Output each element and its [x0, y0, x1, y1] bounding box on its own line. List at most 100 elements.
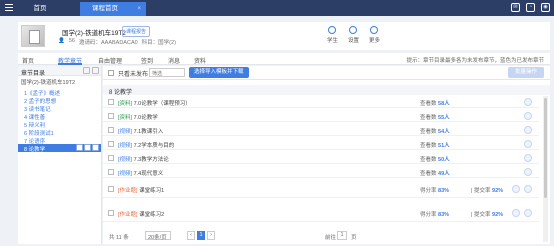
close-icon[interactable]: × [137, 2, 141, 16]
course-title: 国学(2)-铁道机车19T2 [62, 30, 126, 37]
stat-value: 83% [438, 188, 450, 194]
batch-action-button[interactable]: 批量操作 [508, 67, 544, 78]
scrollbar-thumb[interactable] [544, 98, 547, 198]
message-icon[interactable]: ✉ [511, 3, 520, 12]
course-thumbnail [21, 25, 45, 47]
notification-icon[interactable]: ◔ [526, 3, 535, 12]
row-tag: [作业题] [118, 188, 138, 194]
select-all-checkbox[interactable] [108, 70, 114, 76]
chapter-header-label: 章节目录 [21, 71, 46, 77]
content-toolbar: 只看未发布 筛选 选择导入模板并下载 批量操作 [103, 66, 550, 80]
row-action-icon[interactable] [524, 154, 532, 162]
row-action-icon[interactable] [524, 112, 532, 120]
row-checkbox[interactable] [108, 169, 114, 175]
row-name[interactable]: 7.4现代意义 [134, 171, 164, 177]
row-action-icon[interactable] [524, 209, 532, 217]
chapter-item[interactable]: 1《孟子》概述 [18, 88, 101, 97]
nav-home[interactable]: 首页 [22, 56, 34, 65]
nav-messages[interactable]: 消息 [168, 56, 180, 65]
course-badge[interactable]: 课程报告 [122, 26, 151, 37]
chapter-item[interactable]: 2 孟子的思想 [18, 96, 101, 105]
row-action-icon[interactable] [524, 140, 532, 148]
chapter-item-selected[interactable]: 8 论教学 [18, 144, 101, 153]
row-name[interactable]: 7.1教课引入 [134, 129, 164, 135]
user-icon[interactable]: ◉ [541, 3, 550, 12]
nav-materials[interactable]: 资料 [194, 56, 206, 65]
stat-value: 55人 [438, 115, 450, 121]
prev-page-button[interactable]: ‹ [187, 231, 195, 240]
stat-value: 54人 [438, 129, 450, 135]
chapter-root[interactable]: 国学(2)-铁道机车19T2 [18, 76, 101, 88]
chapter-item[interactable]: 3 读书笔记 [18, 104, 101, 113]
course-nav: 首页 教学章节 自由管理 签到 消息 资料 提示：章节目录最多各为未发布章节，蓝… [18, 53, 550, 65]
filter-select[interactable]: 筛选 [149, 68, 185, 77]
row-checkbox[interactable] [108, 155, 114, 161]
row-name[interactable]: 课堂练习1 [139, 188, 164, 194]
row-action-icon[interactable] [524, 126, 532, 134]
page-size-select[interactable]: 20条/页 [145, 231, 171, 241]
row-checkbox[interactable] [108, 99, 114, 105]
expand-icon[interactable] [83, 67, 90, 74]
row-checkbox[interactable] [108, 186, 114, 192]
content-row[interactable]: [作业题] 课堂练习2 得分率 83% | 提交率 92% [103, 204, 539, 222]
row-checkbox[interactable] [108, 113, 114, 119]
row-tag: [视频] [118, 129, 133, 135]
content-row[interactable]: [视频] 7.3教学方法论 查看数 50人 [103, 152, 539, 164]
row-action-icon[interactable] [524, 185, 532, 193]
chapter-item[interactable]: 7 论语序 [18, 136, 101, 145]
current-page-button[interactable]: 1 [197, 231, 205, 240]
import-template-button[interactable]: 选择导入模板并下载 [189, 67, 249, 78]
stat-value: 58人 [438, 101, 450, 107]
move-icon[interactable] [84, 144, 91, 151]
row-name[interactable]: 课堂练习2 [139, 212, 164, 218]
chapter-item[interactable]: 4 课性善 [18, 112, 101, 121]
goto-input[interactable]: 1 [337, 231, 347, 240]
row-name[interactable]: 7.0论教学（课程预习） [134, 101, 191, 107]
row-action-icon[interactable] [524, 168, 532, 176]
tab-home[interactable]: 首页 [22, 2, 58, 16]
top-bar: 首页 课程首页 × ✉ ◔ ◉ [0, 0, 554, 16]
stat-label: 得分率 [420, 188, 437, 194]
chapter-item[interactable]: 5 辩义利 [18, 120, 101, 129]
row-tag: [视频] [118, 171, 133, 177]
tab-course-label: 课程首页 [92, 5, 118, 12]
settings-icon [349, 26, 358, 34]
chapter-item[interactable]: 6 阶段测试1 [18, 128, 101, 137]
course-meta: 👤 56 邀请码：AAABADACA0 科目：国学(2) [58, 38, 176, 46]
add-icon[interactable] [92, 67, 99, 74]
row-name[interactable]: 7.0论教学 [134, 115, 158, 121]
menu-icon[interactable] [5, 4, 13, 13]
content-row[interactable]: [资料] 7.0论教学（课程预习） 查看数 58人 [103, 96, 539, 108]
row-edit-icon[interactable] [512, 185, 520, 193]
pagination: 共 11 条 20条/页 ‹ 1 › 前往 1 页 [103, 230, 543, 242]
row-checkbox[interactable] [108, 210, 114, 216]
stat-label: 查看数 [420, 101, 437, 107]
row-name[interactable]: 7.3教学方法论 [134, 157, 169, 163]
delete-icon[interactable] [76, 144, 83, 151]
nav-active-indicator [58, 63, 82, 65]
content-row[interactable]: [作业题] 课堂练习1 得分率 83% | 提交率 92% [103, 180, 539, 198]
content-row[interactable]: [视频] 7.2学本质与目的 查看数 51人 [103, 138, 539, 150]
stat2-label: 提交率 [473, 188, 491, 194]
settings-button[interactable]: 设置 [348, 26, 359, 44]
content-row[interactable]: [视频] 7.1教课引入 查看数 54人 [103, 124, 539, 136]
nav-manage[interactable]: 自由管理 [98, 56, 122, 65]
content-row[interactable]: [资料] 7.0论教学 查看数 55人 [103, 110, 539, 122]
course-subject: 科目：国学(2) [141, 40, 176, 46]
row-name[interactable]: 7.2学本质与目的 [134, 143, 175, 149]
header-actions: 学生 设置 更多 [327, 26, 380, 44]
edit-icon[interactable] [92, 144, 99, 151]
stat-label: 查看数 [420, 157, 437, 163]
row-edit-icon[interactable] [512, 209, 520, 217]
row-action-icon[interactable] [524, 98, 532, 106]
more-button[interactable]: 更多 [369, 26, 380, 44]
next-page-button[interactable]: › [207, 231, 215, 240]
row-checkbox[interactable] [108, 141, 114, 147]
tab-course-home[interactable]: 课程首页 × [80, 2, 146, 16]
nav-signin[interactable]: 签到 [141, 56, 153, 65]
invite-code: 邀请码：AAABADACA0 [78, 40, 138, 46]
row-checkbox[interactable] [108, 127, 114, 133]
content-row[interactable]: [视频] 7.4现代意义 查看数 49人 [103, 166, 539, 178]
scrollbar[interactable] [543, 96, 548, 242]
students-button[interactable]: 学生 [327, 26, 338, 44]
